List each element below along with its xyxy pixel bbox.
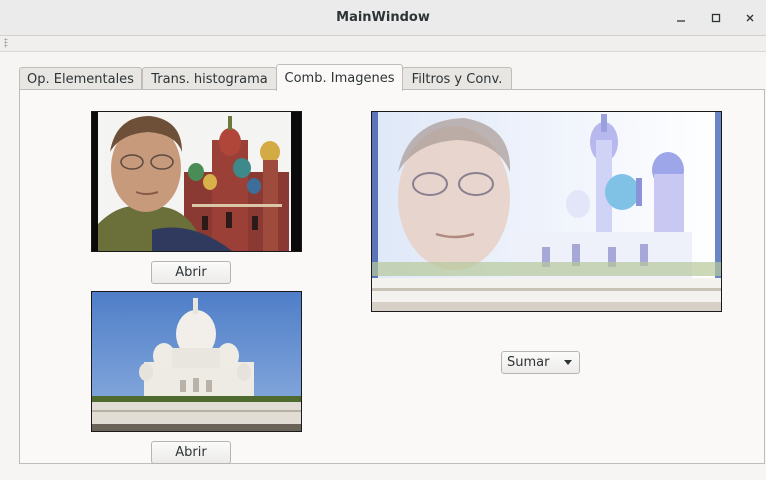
result-image-picture	[372, 112, 721, 311]
operation-select[interactable]: Sumar	[501, 351, 580, 374]
open-image2-button[interactable]: Abrir	[151, 441, 231, 464]
tab-filtros-conv[interactable]: Filtros y Conv.	[402, 67, 512, 90]
image1-display	[91, 111, 302, 252]
title-bar: MainWindow	[0, 0, 766, 36]
tab-op-elementales[interactable]: Op. Elementales	[19, 67, 142, 90]
window-title: MainWindow	[336, 10, 430, 25]
image2-picture	[92, 292, 301, 431]
toolbar	[0, 36, 766, 52]
maximize-icon	[711, 13, 721, 23]
dropdown-arrow-icon	[564, 360, 572, 365]
image1-picture	[92, 112, 301, 251]
tab-comb-imagenes[interactable]: Comb. Imagenes	[276, 64, 403, 91]
blended-person-shape	[398, 118, 511, 270]
tab-trans-histograma[interactable]: Trans. histograma	[142, 67, 277, 90]
toolbar-grip[interactable]	[4, 38, 8, 48]
open-image1-button[interactable]: Abrir	[151, 261, 231, 284]
image2-display	[91, 291, 302, 432]
close-button[interactable]	[740, 8, 760, 28]
minimize-button[interactable]	[671, 8, 691, 28]
maximize-button[interactable]	[706, 8, 726, 28]
result-image-display	[371, 111, 722, 312]
close-icon	[746, 14, 754, 22]
minimize-icon	[677, 20, 685, 22]
operation-select-value: Sumar	[507, 355, 550, 370]
